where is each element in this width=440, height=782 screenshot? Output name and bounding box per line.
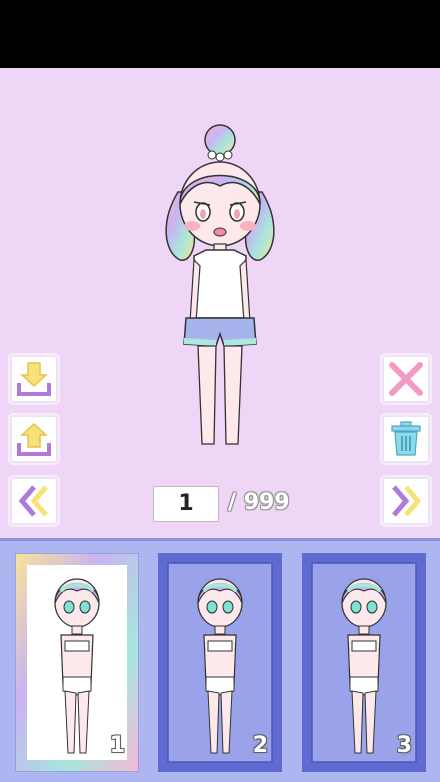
double-chevron-left-icon xyxy=(18,485,48,517)
trash-can-icon xyxy=(391,421,421,456)
download-to-tray-icon xyxy=(17,362,51,396)
upload-from-tray-icon xyxy=(17,422,51,456)
slot-number: 1 xyxy=(109,733,125,758)
slot-doll-preview xyxy=(341,578,387,754)
slot-tray: 1 2 3 xyxy=(0,538,440,782)
next-page-button[interactable] xyxy=(382,477,430,525)
top-black-bar xyxy=(0,0,440,68)
character-doll xyxy=(165,124,275,445)
page-number-input[interactable]: 1 xyxy=(153,486,219,522)
double-chevron-right-icon xyxy=(392,485,422,517)
save-button[interactable] xyxy=(10,355,58,403)
save-slot-3[interactable]: 3 xyxy=(302,553,426,772)
previous-page-button[interactable] xyxy=(10,477,58,525)
slot-doll-preview xyxy=(197,578,243,754)
save-slot-1[interactable]: 1 xyxy=(15,553,139,772)
close-button[interactable] xyxy=(382,355,430,403)
slot-doll-preview xyxy=(54,578,100,754)
delete-button[interactable] xyxy=(382,415,430,463)
close-x-icon xyxy=(389,362,423,396)
slot-number: 2 xyxy=(252,733,268,758)
save-slot-2[interactable]: 2 xyxy=(158,553,282,772)
slot-number: 3 xyxy=(396,733,412,758)
page-total-label: / 999 xyxy=(228,490,290,515)
load-button[interactable] xyxy=(10,415,58,463)
